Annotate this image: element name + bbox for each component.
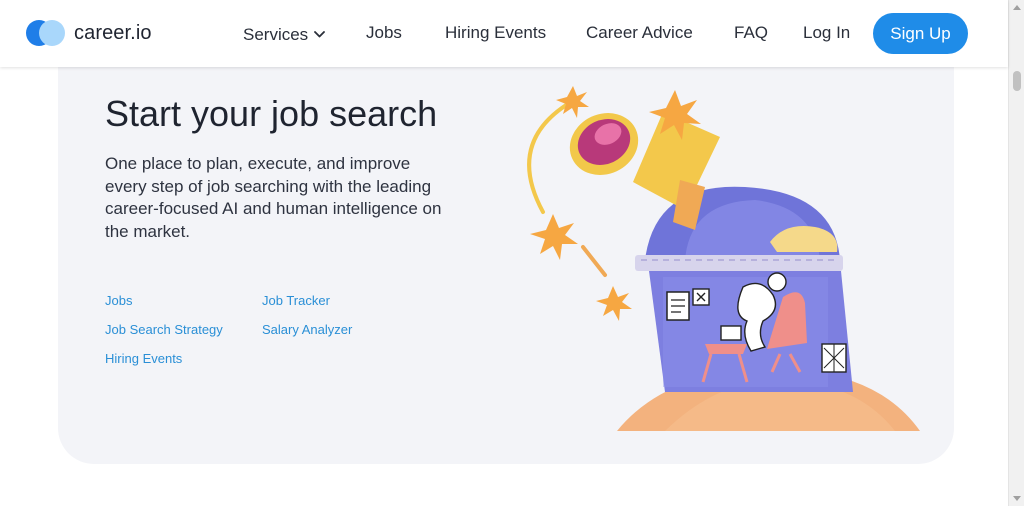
signup-button[interactable]: Sign Up: [873, 13, 968, 54]
link-hiring-events[interactable]: Hiring Events: [105, 351, 182, 366]
observatory-illustration: [527, 86, 920, 431]
nav-login[interactable]: Log In: [803, 23, 850, 43]
hero-title: Start your job search: [105, 93, 438, 134]
nav-services[interactable]: Services: [243, 23, 326, 45]
nav-career-advice[interactable]: Career Advice: [586, 23, 693, 43]
link-salary-analyzer[interactable]: Salary Analyzer: [262, 322, 352, 337]
link-job-search-strategy[interactable]: Job Search Strategy: [105, 322, 223, 337]
scroll-down-arrow-icon[interactable]: [1013, 496, 1021, 501]
chevron-down-icon: [314, 23, 326, 43]
scrollbar[interactable]: [1008, 0, 1024, 506]
nav-jobs[interactable]: Jobs: [366, 23, 402, 43]
site-header: career.io Services Jobs Hiring Events Ca…: [0, 0, 1008, 67]
nav-faq[interactable]: FAQ: [734, 23, 768, 43]
scroll-up-arrow-icon[interactable]: [1013, 5, 1021, 10]
hero-description: One place to plan, execute, and improve …: [105, 154, 442, 242]
link-jobs[interactable]: Jobs: [105, 293, 132, 308]
link-job-tracker[interactable]: Job Tracker: [262, 293, 330, 308]
nav-services-label: Services: [243, 25, 309, 44]
logo-icon: [26, 20, 66, 46]
nav-hiring-events[interactable]: Hiring Events: [445, 23, 546, 43]
scrollbar-thumb[interactable]: [1013, 71, 1021, 91]
logo-text: career.io: [74, 21, 152, 44]
page: career.io Services Jobs Hiring Events Ca…: [0, 0, 1024, 506]
logo[interactable]: career.io: [26, 20, 152, 46]
